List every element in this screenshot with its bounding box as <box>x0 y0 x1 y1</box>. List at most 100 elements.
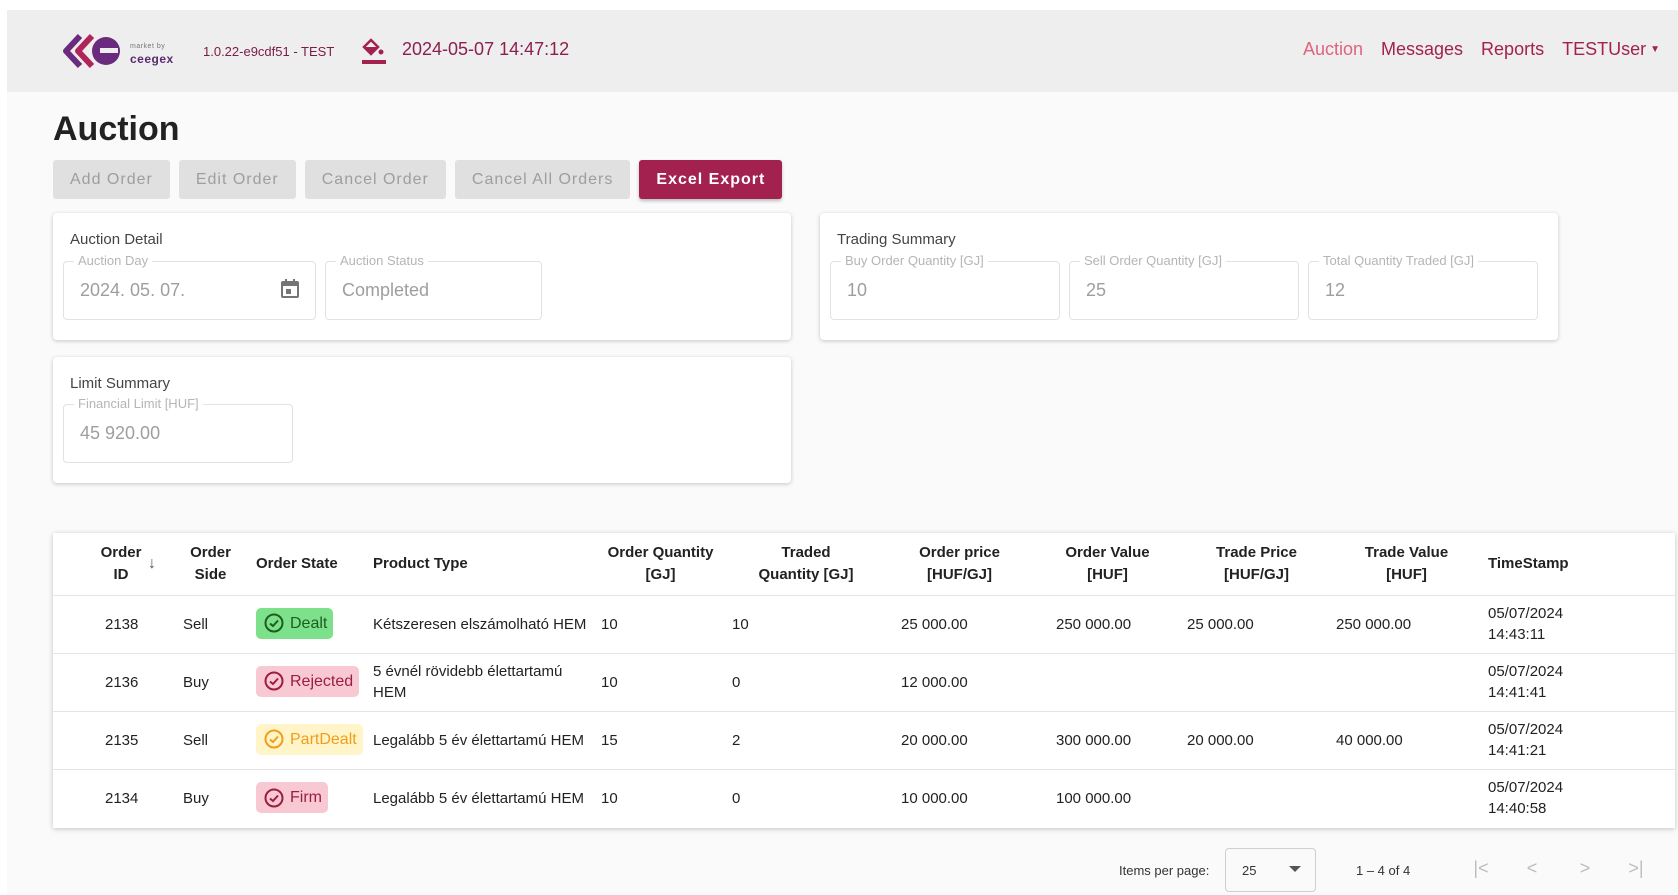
table-row[interactable]: 2135 Sell PartDealt Legalább 5 év életta… <box>53 711 1675 770</box>
main-nav: Auction Messages Reports TESTUser ▼ <box>1303 39 1660 60</box>
add-order-button[interactable]: Add Order <box>53 160 170 199</box>
col-order-state-label: Order State <box>256 555 338 573</box>
cell-trade-price <box>1177 653 1336 712</box>
financial-limit-field[interactable]: Financial Limit [HUF] 45 920.00 <box>63 396 293 463</box>
status-badge-label: PartDealt <box>290 730 357 748</box>
calendar-icon[interactable] <box>279 278 301 300</box>
cancel-all-orders-button[interactable]: Cancel All Orders <box>454 160 631 199</box>
cancel-order-button[interactable]: Cancel Order <box>304 160 446 199</box>
cell-product-type: Kétszeresen elszámolható HEM <box>373 595 590 654</box>
timestamp-time: 14:41:41 <box>1488 684 1547 701</box>
first-page-icon[interactable]: |< <box>1469 858 1493 879</box>
paint-bucket-icon[interactable] <box>361 37 387 65</box>
items-per-page-label: Items per page: <box>1119 863 1210 878</box>
user-name: TESTUser <box>1562 39 1647 59</box>
total-quantity-traded-label: Total Quantity Traded [GJ] <box>1319 253 1479 268</box>
col-order-price[interactable]: Order price [HUF/GJ] <box>881 533 1038 596</box>
table-header-row: Order ID ↓ Order Side Order State Produc… <box>53 533 1675 596</box>
excel-export-button[interactable]: Excel Export <box>639 160 783 199</box>
dropdown-arrow-icon <box>1289 866 1301 872</box>
timestamp-time: 14:40:58 <box>1488 800 1547 818</box>
cell-trade-value: 250 000.00 <box>1336 595 1477 654</box>
cell-order-side: Sell <box>165 711 256 770</box>
buy-order-quantity-label: Buy Order Quantity [GJ] <box>841 253 988 268</box>
status-badge-label: Rejected <box>290 672 354 690</box>
limit-summary-title: Limit Summary <box>70 375 171 392</box>
last-page-icon[interactable]: >| <box>1624 858 1648 879</box>
timestamp-date: 05/07/2024 <box>1488 721 1564 738</box>
sort-arrow-down-icon[interactable]: ↓ <box>148 555 156 573</box>
status-badge: PartDealt <box>256 723 363 755</box>
auction-day-field[interactable]: Auction Day 2024. 05. 07. <box>63 253 316 320</box>
next-page-icon[interactable]: > <box>1573 858 1597 879</box>
trading-summary-title: Trading Summary <box>837 231 956 248</box>
nav-auction[interactable]: Auction <box>1303 39 1363 60</box>
col-timestamp-label: TimeStamp <box>1488 555 1569 573</box>
col-trade-value[interactable]: Trade Value [HUF] <box>1336 533 1477 596</box>
nav-reports[interactable]: Reports <box>1481 39 1544 60</box>
cell-order-id: 2134 <box>105 789 139 807</box>
timestamp-date: 05/07/2024 <box>1488 663 1564 680</box>
page-title: Auction <box>53 110 180 148</box>
col-timestamp[interactable]: TimeStamp <box>1477 533 1675 596</box>
check-circle-icon <box>264 729 284 749</box>
cell-order-state: PartDealt <box>256 711 373 770</box>
col-order-id[interactable]: Order ID ↓ <box>53 533 165 596</box>
table-row[interactable]: 2134 Buy Firm Legalább 5 év élettartamú … <box>53 769 1675 827</box>
cell-order-price: 25 000.00 <box>881 595 1038 654</box>
sell-order-quantity-field[interactable]: Sell Order Quantity [GJ] 25 <box>1069 253 1299 320</box>
paginator: Items per page: 25 1 – 4 of 4 |< < > >| <box>7 848 1678 892</box>
table-row[interactable]: 2136 Buy Rejected 5 évnél rövidebb élett… <box>53 653 1675 712</box>
nav-messages[interactable]: Messages <box>1381 39 1463 60</box>
col-order-quantity[interactable]: Order Quantity [GJ] <box>590 533 731 596</box>
auction-status-field[interactable]: Auction Status Completed <box>325 253 542 320</box>
cell-trade-price: 20 000.00 <box>1177 711 1336 770</box>
col-order-state[interactable]: Order State <box>256 533 373 596</box>
orders-table: Order ID ↓ Order Side Order State Produc… <box>53 533 1675 827</box>
table-row[interactable]: 2138 Sell Dealt Kétszeresen elszámolható… <box>53 595 1675 654</box>
trading-summary-card: Trading Summary Buy Order Quantity [GJ] … <box>820 213 1558 340</box>
status-badge-label: Firm <box>290 789 322 806</box>
auction-day-value: 2024. 05. 07. <box>80 280 186 300</box>
cell-order-quantity: 15 <box>590 711 731 770</box>
col-trade-price[interactable]: Trade Price [HUF/GJ] <box>1177 533 1336 596</box>
buy-order-quantity-field[interactable]: Buy Order Quantity [GJ] 10 <box>830 253 1060 320</box>
previous-page-icon[interactable]: < <box>1520 858 1544 879</box>
cell-traded-quantity: 0 <box>732 789 741 807</box>
cell-product-type: 5 évnél rövidebb élettartamú HEM <box>373 653 590 712</box>
col-order-value[interactable]: Order Value [HUF] <box>1038 533 1177 596</box>
col-traded-quantity[interactable]: Traded Quantity [GJ] <box>731 533 881 596</box>
top-bar: market by ceegex 1.0.22-e9cdf51 - TEST 2… <box>7 10 1678 92</box>
cell-traded-quantity: 2 <box>731 711 881 770</box>
cell-timestamp: 05/07/2024 14:40:58 <box>1477 769 1675 827</box>
cell-order-value <box>1038 653 1177 712</box>
col-order-side[interactable]: Order Side <box>165 533 256 596</box>
limit-summary-card: Limit Summary Financial Limit [HUF] 45 9… <box>53 357 791 483</box>
cell-order-state: Rejected <box>256 653 373 712</box>
cell-trade-value <box>1336 769 1477 827</box>
cell-order-state: Firm <box>256 769 373 827</box>
caret-down-icon: ▼ <box>1650 44 1660 55</box>
check-circle-icon <box>264 671 284 691</box>
col-product-type[interactable]: Product Type <box>373 533 590 596</box>
items-per-page-select[interactable]: 25 <box>1225 848 1316 892</box>
total-quantity-traded-value: 12 <box>1325 280 1346 300</box>
cell-product-type: Legalább 5 év élettartamú HEM <box>373 711 590 770</box>
cell-order-side: Buy <box>165 653 256 712</box>
auction-detail-title: Auction Detail <box>70 231 163 248</box>
ceegex-logo[interactable]: market by ceegex <box>62 28 187 74</box>
cell-order-price: 10 000.00 <box>901 789 968 807</box>
logo-brand: ceegex <box>130 52 174 66</box>
total-quantity-traded-field[interactable]: Total Quantity Traded [GJ] 12 <box>1308 253 1538 320</box>
cell-trade-price: 25 000.00 <box>1177 595 1336 654</box>
status-badge: Rejected <box>256 665 360 697</box>
edit-order-button[interactable]: Edit Order <box>178 160 296 199</box>
cell-order-quantity: 10 <box>590 595 731 654</box>
col-trade-value-label: Trade Value [HUF] <box>1364 543 1449 583</box>
user-menu[interactable]: TESTUser ▼ <box>1562 39 1660 60</box>
app-frame: market by ceegex 1.0.22-e9cdf51 - TEST 2… <box>7 10 1678 895</box>
cell-order-side: Sell <box>165 595 256 654</box>
auction-status-label: Auction Status <box>336 253 428 268</box>
timestamp-date: 05/07/2024 <box>1488 605 1564 622</box>
cell-order-id: 2135 <box>53 711 165 770</box>
